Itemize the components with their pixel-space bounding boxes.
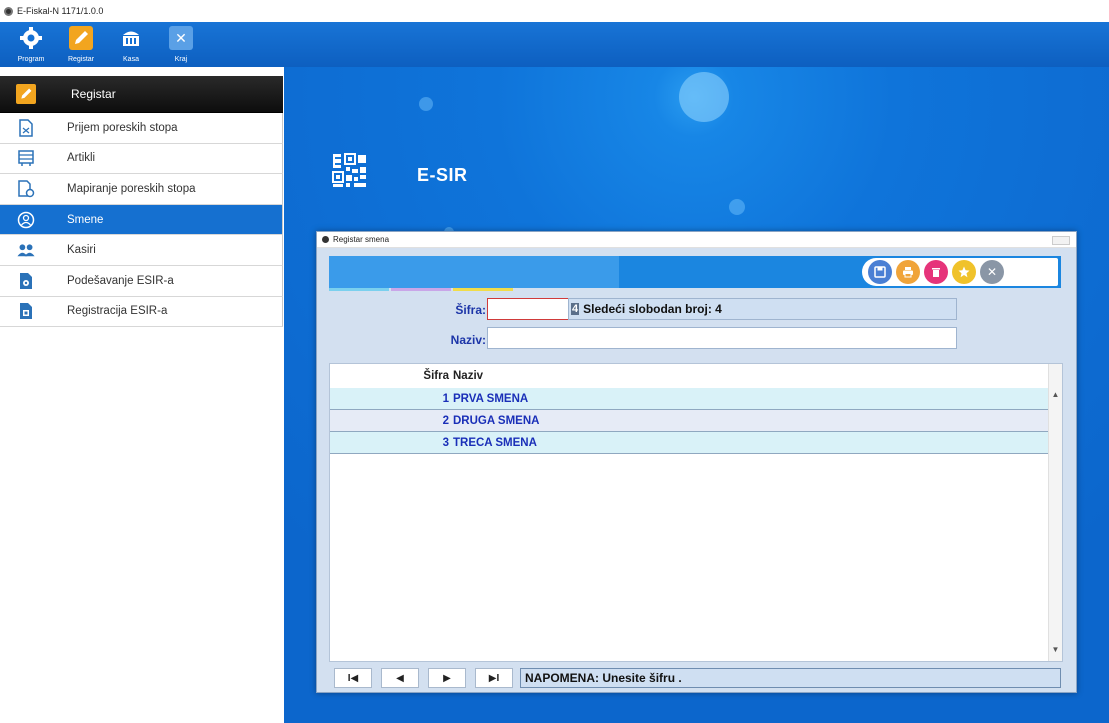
sidebar-item-label: Prijem poreskih stopa	[67, 121, 178, 134]
cell-sifra: 1	[442, 392, 449, 405]
print-icon	[903, 267, 913, 278]
table-row[interactable]: 1 PRVA SMENA	[330, 388, 1048, 410]
sidebar-item-prijem-poreskih-stopa[interactable]: Prijem poreskih stopa	[0, 113, 283, 144]
app-icon	[4, 6, 13, 16]
favorite-button[interactable]	[952, 260, 976, 284]
color-bar	[329, 288, 389, 291]
window-titlebar: E-Fiskal-N 1171/1.0.0	[0, 0, 1109, 22]
table-row[interactable]: 2 DRUGA SMENA	[330, 410, 1048, 432]
save-icon	[874, 266, 886, 278]
cell-sifra: 3	[442, 436, 449, 449]
sidebar-item-label: Kasiri	[67, 244, 96, 257]
cell-sifra: 2	[442, 414, 449, 427]
sidebar-item-label: Podešavanje ESIR-a	[67, 274, 174, 287]
column-header-naziv[interactable]: Naziv	[453, 370, 483, 382]
settings-doc-icon	[17, 272, 35, 290]
dialog-action-buttons: ✕	[862, 258, 1058, 286]
esir-logo-icon	[332, 153, 368, 189]
color-bar	[391, 288, 451, 291]
minimize-button[interactable]	[1052, 236, 1070, 245]
kraj-label: Kraj	[174, 56, 188, 63]
last-record-button[interactable]: ▶I	[475, 668, 513, 688]
registar-button[interactable]: Registar	[56, 22, 106, 67]
print-button[interactable]	[896, 260, 920, 284]
app-icon	[322, 236, 329, 243]
dialog-titlebar[interactable]: Registar smena	[317, 232, 1076, 248]
gear-icon	[19, 26, 43, 50]
column-header-sifra[interactable]: Šifra	[330, 370, 449, 382]
vertical-scrollbar[interactable]: ▲ ▼	[1048, 364, 1062, 661]
smene-table: Šifra Naziv 1 PRVA SMENA 2 DRUGA SMENA 3…	[329, 363, 1063, 662]
naziv-label: Naziv:	[450, 333, 486, 347]
table-header: Šifra Naziv	[330, 364, 1048, 388]
dialog-header-strip: ✕	[329, 256, 1061, 291]
sidebar-item-label: Artikli	[67, 152, 96, 165]
sidebar-item-label: Mapiranje poreskih stopa	[67, 182, 196, 195]
header-strip-highlight	[329, 256, 619, 288]
sifra-input[interactable]	[487, 298, 569, 320]
kasa-button[interactable]: Kasa	[106, 22, 156, 67]
sidebar-item-podesavanje-esir-a[interactable]: Podešavanje ESIR-a	[0, 265, 283, 297]
sidebar: Registar Prijem poreskih stopa Artikli M…	[0, 76, 283, 723]
naziv-input[interactable]	[487, 327, 957, 349]
main-toolbar: Program Registar Kasa ✕ Kraj	[0, 22, 1109, 67]
previous-record-button[interactable]: ◀	[381, 668, 419, 688]
pencil-icon	[69, 26, 93, 50]
close-icon: ✕	[986, 265, 998, 279]
register-doc-icon	[17, 302, 35, 320]
cell-naziv: TRECA SMENA	[453, 436, 537, 449]
registar-label: Registar	[67, 56, 95, 63]
next-free-text: Sledeći slobodan broj: 4	[583, 302, 722, 316]
delete-button[interactable]	[924, 260, 948, 284]
status-note: NAPOMENA: Unesite šifru .	[520, 668, 1061, 688]
sidebar-item-label: Smene	[67, 213, 104, 226]
sidebar-header[interactable]: Registar	[0, 76, 283, 113]
sidebar-item-registracija-esir-a[interactable]: Registracija ESIR-a	[0, 296, 283, 328]
kraj-button[interactable]: ✕ Kraj	[156, 22, 206, 67]
window-title: E-Fiskal-N 1171/1.0.0	[17, 6, 104, 16]
document-icon	[17, 119, 35, 137]
delete-icon	[932, 268, 940, 277]
save-button[interactable]	[868, 260, 892, 284]
cell-naziv: PRVA SMENA	[453, 392, 529, 405]
next-free-number: 4 Sledeći slobodan broj: 4	[568, 298, 957, 320]
sidebar-item-label: Registracija ESIR-a	[67, 305, 168, 318]
mapping-icon	[17, 180, 35, 198]
kasa-label: Kasa	[123, 56, 139, 63]
next-free-badge: 4	[571, 303, 580, 315]
users-icon	[17, 241, 35, 259]
sidebar-item-kasiri[interactable]: Kasiri	[0, 235, 283, 266]
background-bubble	[419, 97, 433, 111]
star-icon	[958, 266, 970, 278]
close-icon: ✕	[169, 26, 193, 50]
sidebar-item-smene[interactable]: Smene	[0, 204, 283, 236]
close-button[interactable]: ✕	[980, 260, 1004, 284]
background-bubble	[679, 72, 729, 122]
scroll-down-icon[interactable]: ▼	[1049, 643, 1062, 657]
program-label: Program	[17, 56, 45, 63]
program-button[interactable]: Program	[6, 22, 56, 67]
pencil-icon	[16, 84, 36, 104]
first-record-button[interactable]: I◀	[334, 668, 372, 688]
dialog-title: Registar smena	[333, 235, 390, 244]
table-row[interactable]: 3 TRECA SMENA	[330, 432, 1048, 454]
next-record-button[interactable]: ▶	[428, 668, 466, 688]
sidebar-item-artikli[interactable]: Artikli	[0, 143, 283, 175]
record-navigator: I◀ ◀ ▶ ▶I NAPOMENA: Unesite šifru .	[329, 666, 1063, 690]
shift-icon	[17, 211, 35, 229]
cell-naziv: DRUGA SMENA	[453, 414, 540, 427]
sidebar-header-label: Registar	[71, 87, 116, 101]
background-bubble	[729, 199, 745, 215]
cash-register-icon	[119, 26, 143, 50]
app-name: E-SIR	[417, 165, 468, 185]
list-icon	[17, 149, 35, 167]
sidebar-item-mapiranje-poreskih-stopa[interactable]: Mapiranje poreskih stopa	[0, 174, 283, 205]
sifra-label: Šifra:	[455, 303, 486, 317]
scroll-up-icon[interactable]: ▲	[1049, 388, 1062, 402]
color-bar	[453, 288, 513, 291]
